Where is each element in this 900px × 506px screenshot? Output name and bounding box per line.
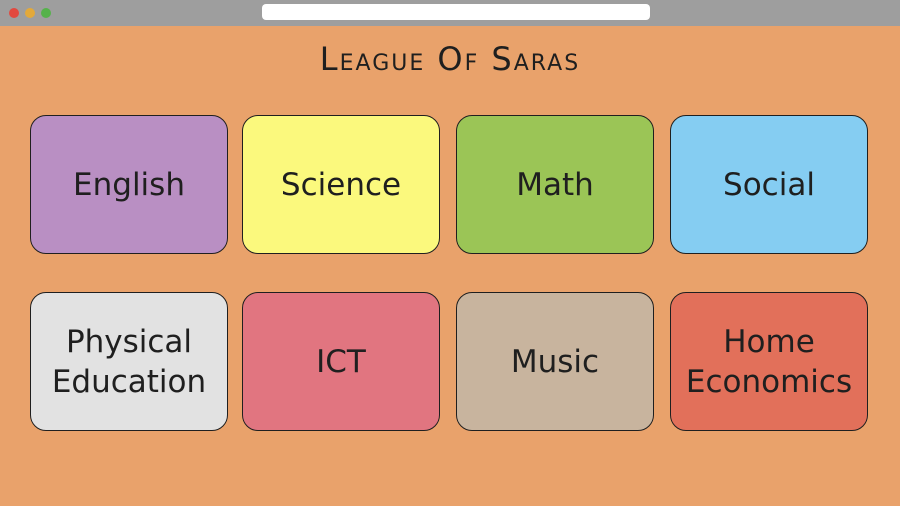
subject-tile-home-economics[interactable]: Home Economics <box>670 292 868 431</box>
subject-tile-english[interactable]: English <box>30 115 228 254</box>
close-window-dot[interactable] <box>9 8 19 18</box>
subject-tile-social[interactable]: Social <box>670 115 868 254</box>
browser-toolbar <box>0 0 900 26</box>
subject-tile-science[interactable]: Science <box>242 115 440 254</box>
maximize-window-dot[interactable] <box>41 8 51 18</box>
subject-tile-music[interactable]: Music <box>456 292 654 431</box>
subject-label: Science <box>280 166 402 203</box>
subject-label: Home Economics <box>685 323 853 400</box>
subject-label: Social <box>723 166 815 203</box>
minimize-window-dot[interactable] <box>25 8 35 18</box>
subject-tile-math[interactable]: Math <box>456 115 654 254</box>
subject-label: English <box>73 166 185 203</box>
subject-tile-physical-education[interactable]: Physical Education <box>30 292 228 431</box>
subject-label: Physical Education <box>51 323 207 400</box>
subject-label: Math <box>516 166 594 203</box>
page-title: League Of Saras <box>319 40 581 78</box>
address-bar[interactable] <box>262 4 650 20</box>
subject-tile-ict[interactable]: ICT <box>242 292 440 431</box>
subject-label: Music <box>510 343 600 380</box>
subject-label: ICT <box>316 343 366 380</box>
